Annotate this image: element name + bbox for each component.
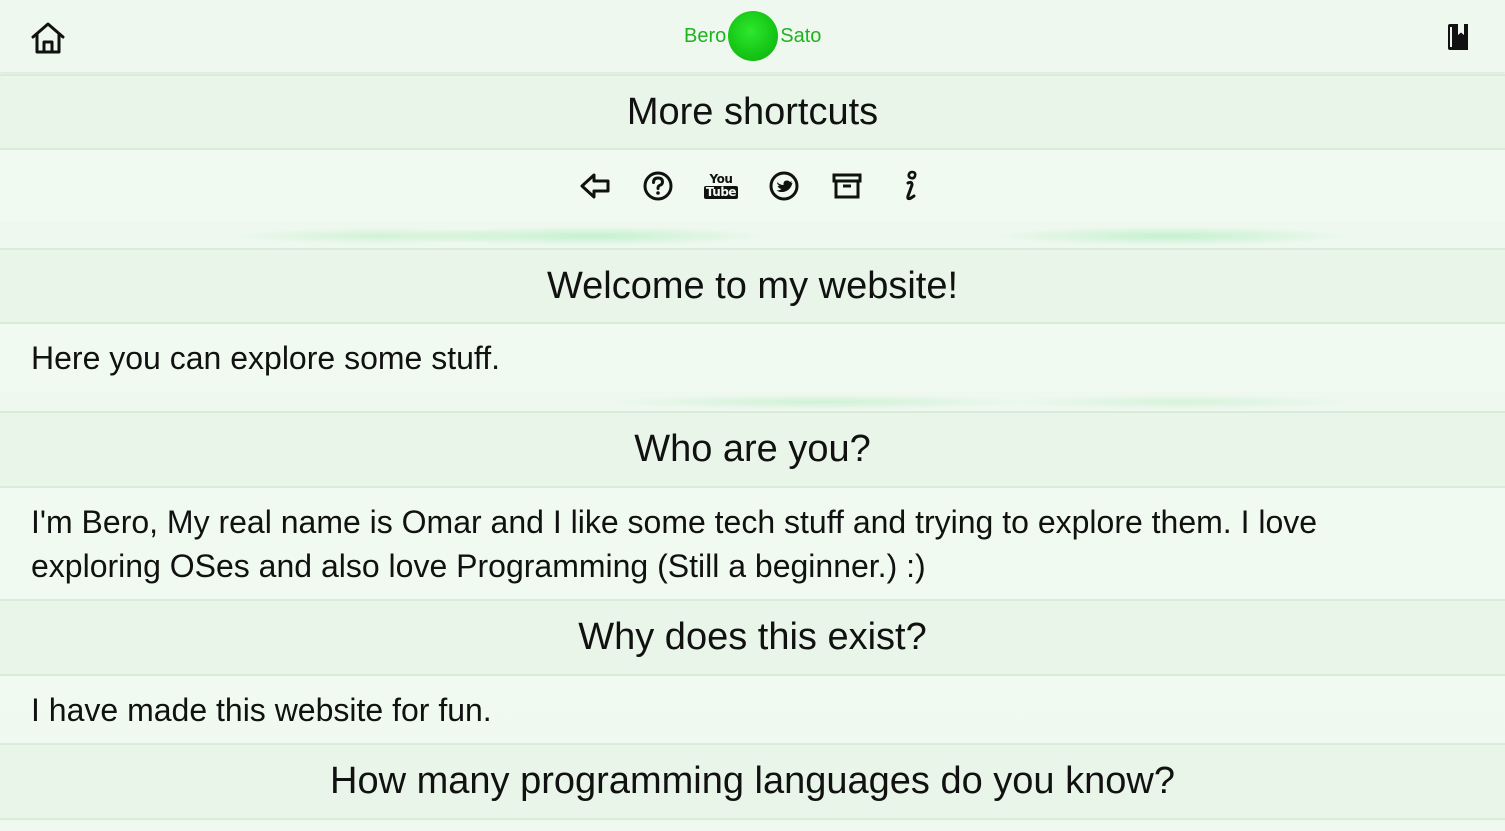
youtube-shortcut[interactable]: You Tube	[690, 166, 753, 206]
twitter-shortcut[interactable]	[753, 166, 816, 206]
info-shortcut[interactable]	[879, 166, 942, 206]
page: Bero Sato More shortcuts You Tube Welcom…	[0, 0, 1505, 831]
logo-ball	[728, 11, 779, 61]
section-body	[0, 820, 1505, 831]
section-text: Here you can explore some stuff.	[31, 340, 500, 376]
book-button[interactable]	[1441, 20, 1475, 54]
section-title-bar: Why does this exist?	[0, 599, 1505, 676]
section-title: Why does this exist?	[578, 616, 927, 658]
book-icon	[1448, 24, 1468, 50]
home-icon	[31, 22, 65, 54]
section-text: I'm Bero, My real name is Omar and I lik…	[31, 503, 1318, 584]
section-title: Who are you?	[634, 428, 871, 470]
logo-right-text: Sato	[780, 24, 822, 47]
shortcuts-title-bar: More shortcuts	[0, 74, 1505, 150]
logo-left-text: Bero	[684, 24, 727, 47]
section-title: Welcome to my website!	[546, 264, 959, 307]
section-title-bar: Welcome to my website!	[0, 248, 1505, 324]
archive-icon	[832, 173, 862, 199]
back-shortcut[interactable]	[564, 166, 627, 206]
info-icon	[906, 170, 917, 201]
home-button[interactable]	[28, 19, 68, 57]
section-body: I'm Bero, My real name is Omar and I lik…	[0, 488, 1505, 599]
section-text: I have made this website for fun.	[31, 691, 492, 728]
site-logo[interactable]: Bero Sato	[684, 11, 821, 61]
twitter-circle-icon	[769, 171, 799, 201]
section-title: How many programming languages do you kn…	[330, 760, 1175, 802]
section-title-bar: Who are you?	[0, 411, 1505, 488]
top-bar: Bero Sato	[0, 0, 1505, 72]
archive-shortcut[interactable]	[816, 166, 879, 206]
arrow-left-icon	[580, 173, 610, 199]
shortcuts-bar: You Tube	[0, 150, 1505, 222]
youtube-icon: You Tube	[703, 173, 739, 199]
section-body: I have made this website for fun.	[0, 676, 1505, 743]
section-title-bar: How many programming languages do you kn…	[0, 743, 1505, 820]
question-circle-icon	[643, 171, 673, 201]
section-body: Here you can explore some stuff.	[0, 324, 1505, 392]
help-shortcut[interactable]	[627, 166, 690, 206]
youtube-tube-text: Tube	[703, 185, 739, 199]
shortcuts-title: More shortcuts	[626, 90, 879, 133]
